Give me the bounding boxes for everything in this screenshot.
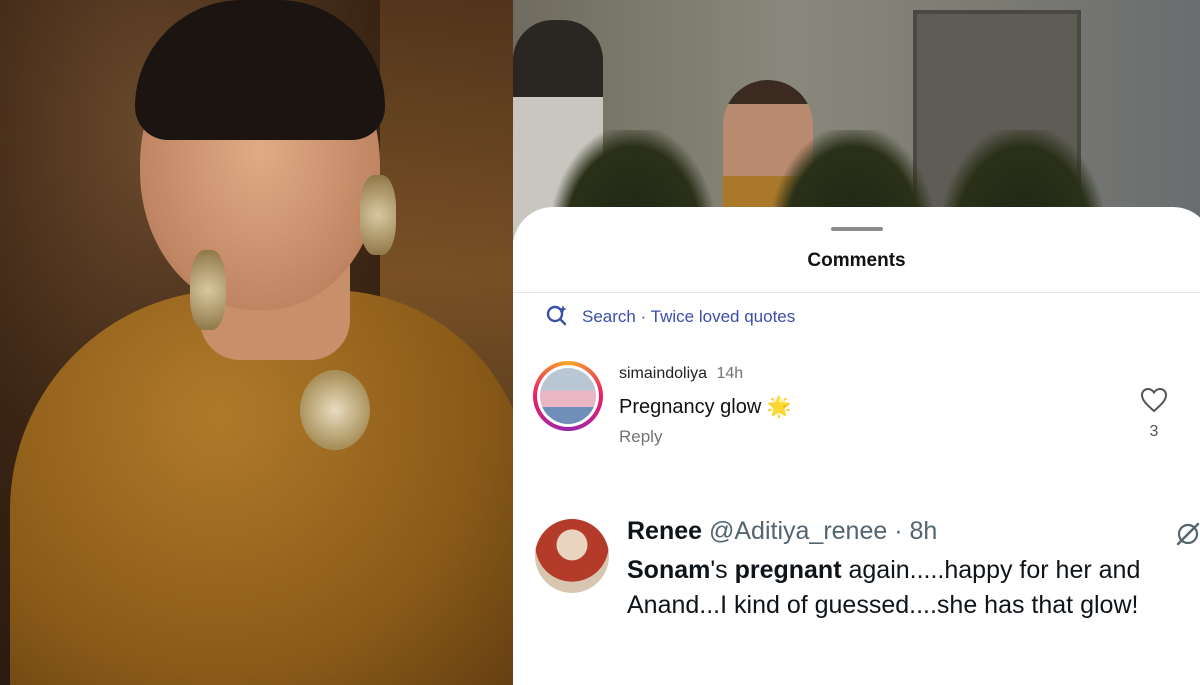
tweet-item: Renee @Aditiya_renee · 8h Sonam's pregna… <box>535 517 1200 637</box>
search-quotes-button[interactable]: Search · Twice loved quotes <box>545 304 795 330</box>
like-count: 3 <box>1149 423 1159 440</box>
left-photo <box>0 0 513 685</box>
avatar[interactable] <box>533 361 603 431</box>
right-photo-background <box>513 0 1200 240</box>
comment-item: simaindoliya 14h Pregnancy glow 🌟 Reply … <box>533 359 1183 449</box>
sheet-grabber[interactable] <box>831 227 883 231</box>
tweet-text-part: pregnant <box>734 556 842 584</box>
tweet-text: Sonam's pregnant again.....happy for her… <box>627 553 1187 623</box>
tweet-text-part: Sonam <box>627 556 711 584</box>
search-sparkle-icon <box>545 303 569 332</box>
comment-username[interactable]: simaindoliya <box>619 365 707 382</box>
heart-icon[interactable] <box>1140 387 1168 413</box>
star-emoji-icon: 🌟 <box>766 396 792 418</box>
comment-time: 14h <box>716 365 744 382</box>
tweet-time: · 8h <box>894 517 938 545</box>
avatar[interactable] <box>535 519 609 593</box>
search-label: Search · Twice loved quotes <box>582 307 796 326</box>
grok-icon[interactable] <box>1175 521 1200 547</box>
comments-sheet: Comments Search · Twice loved quotes sim… <box>513 207 1200 685</box>
divider <box>513 292 1200 293</box>
tweet-text-part: 's <box>710 556 735 584</box>
tweet-author-handle[interactable]: @Aditiya_renee <box>709 517 887 545</box>
reply-button[interactable]: Reply <box>619 427 662 447</box>
comment-text: Pregnancy glow <box>619 396 762 418</box>
tweet-author-name[interactable]: Renee <box>627 517 702 545</box>
sheet-title: Comments <box>807 250 906 271</box>
